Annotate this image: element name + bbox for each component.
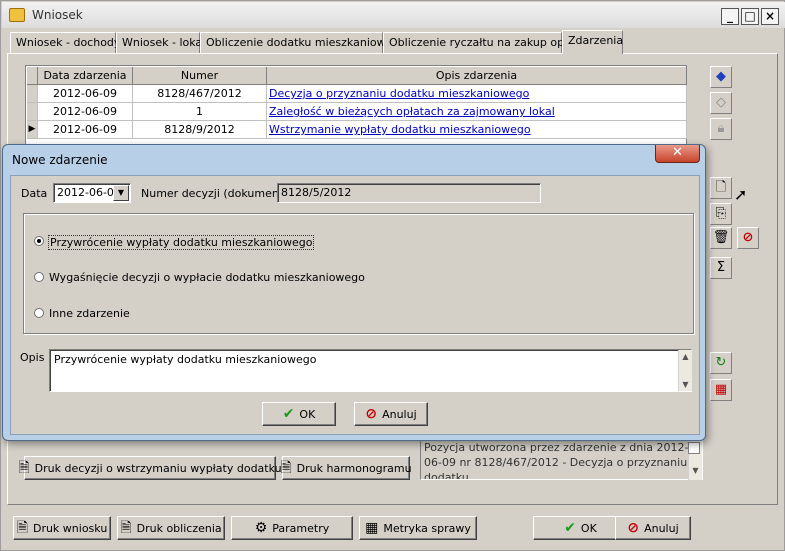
info-checkbox[interactable]: [688, 442, 700, 454]
mouse-cursor-icon: ➚: [734, 185, 748, 204]
radio-label[interactable]: Wygaśnięcie decyzji o wypłacie dodatku m…: [49, 271, 365, 284]
current-row-arrow-icon: ▶: [27, 121, 38, 139]
cell-number[interactable]: 1: [133, 103, 267, 121]
events-table: Data zdarzenia Numer Opis zdarzenia 2012…: [25, 65, 687, 145]
cancel-icon[interactable]: ⊘: [737, 227, 759, 249]
calendar-icon[interactable]: ▦: [710, 379, 732, 401]
description-textarea[interactable]: Przywrócenie wypłaty dodatku mieszkaniow…: [49, 349, 692, 392]
close-button[interactable]: ×: [761, 8, 779, 25]
print-suspension-button[interactable]: 🗎︎ Druk decyzji o wstrzymaniu wypłaty do…: [18, 456, 282, 480]
tab-wniosek-lokal[interactable]: Wniosek - lokal: [116, 32, 205, 53]
table-row[interactable]: 2012-06-09 1 Zaległość w bieżących opłat…: [26, 103, 687, 121]
dialog-title: Nowe zdarzenie: [12, 153, 108, 167]
checkmark-icon: ✔: [282, 406, 295, 422]
dialog-close-button[interactable]: ✕: [655, 145, 700, 163]
delete-icon[interactable]: 🗑︎: [710, 227, 732, 249]
parameters-button[interactable]: ⚙ Parametry: [231, 516, 353, 540]
dropdown-arrow-icon[interactable]: ▼: [113, 185, 129, 201]
window-title: Wniosek: [32, 8, 83, 22]
tab-obliczenie-ryczaltu[interactable]: Obliczenie ryczałtu na zakup opału: [383, 32, 581, 53]
cancel-icon: ⊘: [627, 520, 640, 536]
eraser-icon[interactable]: ◇: [710, 92, 732, 114]
decision-number-field[interactable]: 8128/5/2012: [277, 183, 541, 203]
maximize-button[interactable]: □: [741, 8, 759, 25]
row-header-corner: [27, 67, 38, 85]
cancel-button[interactable]: ⊘ Anuluj: [615, 516, 691, 540]
cell-description-link[interactable]: Zaległość w bieżących opłatach za zajmow…: [267, 103, 687, 121]
cancel-icon: ⊘: [365, 406, 378, 422]
radio-label[interactable]: Przywrócenie wypłaty dodatku mieszkaniow…: [48, 235, 315, 250]
description-scrollbar[interactable]: ▲ ▼: [678, 350, 692, 391]
new-document-icon[interactable]: 🗋︎: [710, 177, 732, 199]
lock-icon[interactable]: 🔒︎: [710, 118, 732, 140]
cell-description-link[interactable]: Decyzja o przyznaniu dodatku mieszkaniow…: [267, 85, 687, 103]
date-label: Data: [21, 187, 48, 200]
column-header-number[interactable]: Numer: [133, 67, 267, 85]
print-schedule-button[interactable]: 🗎︎ Druk harmonogramu: [280, 456, 412, 480]
document-icon: 🗎︎: [280, 460, 292, 476]
cell-date[interactable]: 2012-06-09: [38, 85, 133, 103]
description-label: Opis: [20, 351, 45, 364]
title-bar: Wniosek _ □ ×: [2, 2, 785, 28]
table-row[interactable]: 2012-06-09 8128/467/2012 Decyzja o przyz…: [26, 85, 687, 103]
tab-zdarzenia[interactable]: Zdarzenia: [562, 30, 623, 54]
radio-decision-expiry[interactable]: [34, 272, 44, 282]
print-calculation-button[interactable]: 🗎︎ Druk obliczenia: [117, 516, 225, 540]
row-indicator: [27, 85, 38, 103]
column-header-date[interactable]: Data zdarzenia: [38, 67, 133, 85]
dialog-ok-button[interactable]: ✔ OK: [262, 402, 336, 426]
radio-label[interactable]: Inne zdarzenie: [49, 307, 130, 320]
app-icon: [9, 8, 25, 22]
document-icon: 🗎︎: [18, 460, 30, 476]
radio-restore-payment[interactable]: [34, 236, 44, 246]
info-text: Pozycja utworzona przez zdarzenie z dnia…: [420, 438, 703, 480]
tab-obliczenie-dodatku[interactable]: Obliczenie dodatku mieszkaniowego: [200, 32, 406, 53]
new-event-dialog: Nowe zdarzenie ✕ Data 2012-06-09 ▼ Numer…: [2, 144, 706, 441]
dialog-cancel-button[interactable]: ⊘ Anuluj: [354, 402, 428, 426]
edit-icon[interactable]: ◆: [710, 66, 732, 88]
radio-other-event[interactable]: [34, 308, 44, 318]
calendar-icon: ▦: [365, 520, 379, 536]
sum-icon[interactable]: Σ: [710, 257, 732, 279]
cell-number[interactable]: 8128/9/2012: [133, 121, 267, 139]
document-icon: 🗎︎: [120, 520, 132, 536]
refresh-icon[interactable]: ↻: [710, 352, 732, 374]
table-row[interactable]: ▶ 2012-06-09 8128/9/2012 Wstrzymanie wyp…: [26, 121, 687, 139]
cell-number[interactable]: 8128/467/2012: [133, 85, 267, 103]
settings-icon: ⚙: [254, 520, 268, 536]
case-record-button[interactable]: ▦ Metryka sprawy: [359, 516, 477, 540]
dialog-body: Data 2012-06-09 ▼ Numer decyzji (dokumen…: [10, 175, 700, 435]
column-header-description[interactable]: Opis zdarzenia: [267, 67, 687, 85]
event-type-group: Przywrócenie wypłaty dodatku mieszkaniow…: [23, 213, 694, 334]
row-indicator: [27, 103, 38, 121]
decision-number-label: Numer decyzji (dokumentu): [141, 187, 295, 200]
cell-date[interactable]: 2012-06-09: [38, 121, 133, 139]
checkmark-icon: ✔: [564, 520, 576, 536]
document-icon: 🗎︎: [16, 520, 28, 536]
cell-description-link[interactable]: Wstrzymanie wypłaty dodatku mieszkaniowe…: [267, 121, 687, 139]
print-application-button[interactable]: 🗎︎ Druk wniosku: [13, 516, 111, 540]
copy-icon[interactable]: ⎘: [710, 203, 732, 225]
minimize-button[interactable]: _: [721, 8, 739, 25]
ok-button[interactable]: ✔ OK: [533, 516, 628, 540]
cell-date[interactable]: 2012-06-09: [38, 103, 133, 121]
tab-wniosek-dochody[interactable]: Wniosek - dochody: [10, 32, 120, 53]
